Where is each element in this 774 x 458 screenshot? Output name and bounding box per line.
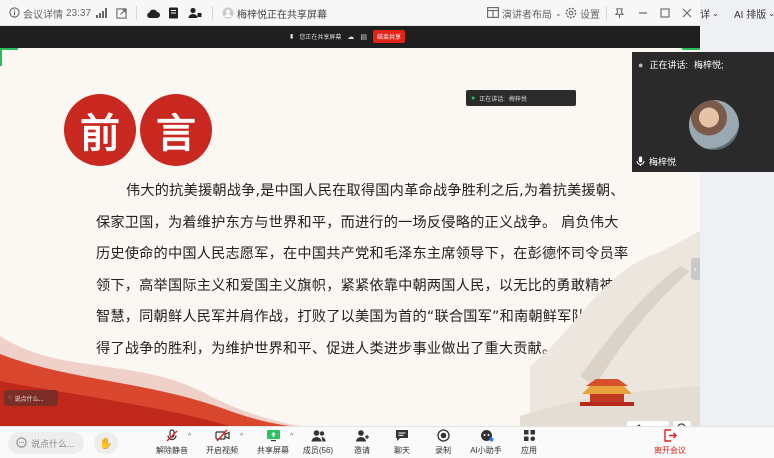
share-screen-button[interactable]: 共享屏幕 (251, 429, 295, 458)
signal-icon (96, 0, 108, 26)
shared-screen: ▮ 您正在共享屏幕 ☁ ▤ 结束共享 ● 正在讲话: 梅梓悦 前 言 伟大的抗美… (0, 26, 700, 426)
layout-icon (487, 7, 499, 19)
sharing-status: 梅梓悦正在共享屏幕 (222, 0, 327, 26)
mini-speaking-indicator: ● 正在讲话: 梅梓悦 (466, 90, 576, 106)
gear-icon (565, 7, 577, 19)
great-wall-illustration (520, 231, 700, 426)
signal-icon: ▮ (290, 34, 294, 40)
hand-icon: ✋ (99, 437, 113, 450)
speaker-video-tile[interactable]: ● 正在讲话: 梅梓悦; 梅梓悦 (632, 52, 774, 172)
invite-button[interactable]: 邀请 (340, 429, 384, 458)
user-avatar-icon (222, 7, 234, 19)
info-icon (8, 7, 20, 19)
ai-assistant-icon (479, 429, 494, 445)
share-status-text: 您正在共享屏幕 (299, 35, 342, 41)
layout-label: 演讲者布局 (502, 9, 552, 21)
record-button[interactable]: 录制 (421, 429, 465, 458)
chevron-up-icon[interactable]: ^ (240, 433, 243, 440)
microphone-icon: ● (471, 94, 476, 102)
chat-bubble-icon (16, 436, 27, 450)
leave-meeting-button[interactable]: 离开会议 (648, 429, 692, 458)
meeting-info-button[interactable]: 会议详情 (8, 0, 63, 26)
tool-label: 解除静音 (156, 446, 188, 455)
raise-hand-button[interactable]: ✋ (94, 432, 118, 454)
minimize-icon[interactable] (638, 0, 648, 26)
ai-layout-button[interactable]: AI 排版 ⌄ (734, 0, 774, 26)
ai-layout-label: AI 排版 (734, 9, 767, 21)
chat-icon (395, 429, 409, 445)
pin-icon[interactable] (614, 0, 625, 26)
mini-speaking-label: 正在讲话: (479, 96, 505, 103)
chevron-down-icon: ⌄ (555, 8, 562, 18)
avatar (689, 100, 739, 150)
title-bar: 会议详情 23:37 梅梓悦正在共享屏幕 演讲者布局 ⌄ 设置 (0, 0, 774, 26)
share-border (0, 48, 18, 50)
speaking-label: 正在讲话: (649, 60, 688, 70)
slide-title-char: 言 (140, 94, 212, 166)
collapse-handle[interactable]: ‹ (691, 258, 700, 280)
apps-button[interactable]: 应用 (507, 429, 551, 458)
microphone-muted-icon (165, 429, 179, 445)
share-control-bar: ▮ 您正在共享屏幕 ☁ ▤ 结束共享 (0, 26, 700, 48)
stop-share-button[interactable]: 结束共享 (372, 30, 405, 43)
say-something-input[interactable]: 说点什么... (8, 432, 84, 454)
participants-icon[interactable] (188, 0, 202, 26)
maximize-icon[interactable] (660, 0, 670, 26)
apps-grid-icon (523, 429, 536, 445)
meeting-info-label: 会议详情 (23, 9, 63, 21)
sharing-status-text: 梅梓悦正在共享屏幕 (237, 9, 327, 21)
chevron-left-icon: ‹ (694, 264, 697, 274)
meeting-timer: 23:37 (66, 7, 92, 19)
camera-off-icon (214, 429, 230, 445)
slide-title-char: 前 (64, 94, 136, 166)
chevron-up-icon[interactable]: ^ (290, 433, 293, 440)
exit-icon (663, 429, 677, 445)
chat-bubble-icon: ◌ (8, 395, 12, 401)
record-icon (436, 429, 450, 445)
chat-button[interactable]: 聊天 (380, 429, 424, 458)
ai-assistant-button[interactable]: AI小助手 (464, 429, 508, 458)
layout-button[interactable]: 演讲者布局 ⌄ (487, 0, 562, 26)
tool-label: 共享屏幕 (257, 446, 289, 455)
start-video-button[interactable]: 开启视频 (200, 429, 244, 458)
comment-input-pill[interactable]: ◌ 说点什么... (4, 390, 58, 406)
user-avatar-icon: ● (638, 59, 644, 70)
close-icon[interactable] (682, 0, 692, 26)
microphone-icon (636, 156, 645, 168)
tool-label: 录制 (435, 446, 451, 455)
say-placeholder: 说点什么... (31, 438, 75, 449)
document-icon[interactable] (168, 0, 179, 26)
cloud-icon: ☁ (347, 33, 355, 41)
chevron-down-icon: ⌄ (768, 8, 774, 18)
share-border (682, 48, 700, 50)
tool-label: 邀请 (354, 446, 370, 455)
bottom-toolbar: 说点什么... ✋ 解除静音 ^ 开启视频 ^ 共享屏幕 ^ 成员(56) 邀请 (0, 426, 774, 458)
tool-label: 聊天 (394, 446, 410, 455)
cloud-icon[interactable] (146, 0, 160, 26)
tool-label: 离开会议 (654, 446, 686, 455)
tool-label: 开启视频 (206, 446, 238, 455)
chevron-down-icon: ⌄ (712, 8, 719, 18)
slide-line: 伟大的抗美援朝战争,是中国人民在取得国内革命战争胜利之后,为着抗美援朝、 (126, 183, 625, 199)
mini-speaking-name: 梅梓悦 (508, 96, 527, 103)
video-tile-name: 梅梓悦 (649, 157, 677, 167)
tool-label: 应用 (521, 446, 537, 455)
decorative-wave (0, 336, 300, 426)
settings-label: 设置 (580, 9, 600, 21)
speaking-name: 梅梓悦; (693, 60, 724, 70)
chevron-up-icon[interactable]: ^ (188, 433, 191, 440)
document-icon: ▤ (360, 33, 367, 41)
ai-strip: 详 ⌄ AI 排版 ⌄ (700, 0, 774, 26)
expand-icon[interactable] (116, 0, 127, 26)
truncated-label: 详 (700, 9, 710, 21)
settings-button[interactable]: 设置 (565, 0, 600, 26)
tool-label: 成员(56) (302, 446, 334, 455)
share-border (0, 48, 2, 66)
tool-label: AI小助手 (470, 446, 502, 455)
share-screen-icon (266, 429, 281, 445)
members-button[interactable]: 成员(56) (296, 429, 340, 458)
members-icon (311, 429, 326, 445)
add-user-icon (355, 429, 370, 445)
comment-hint: 说点什么... (14, 396, 44, 403)
